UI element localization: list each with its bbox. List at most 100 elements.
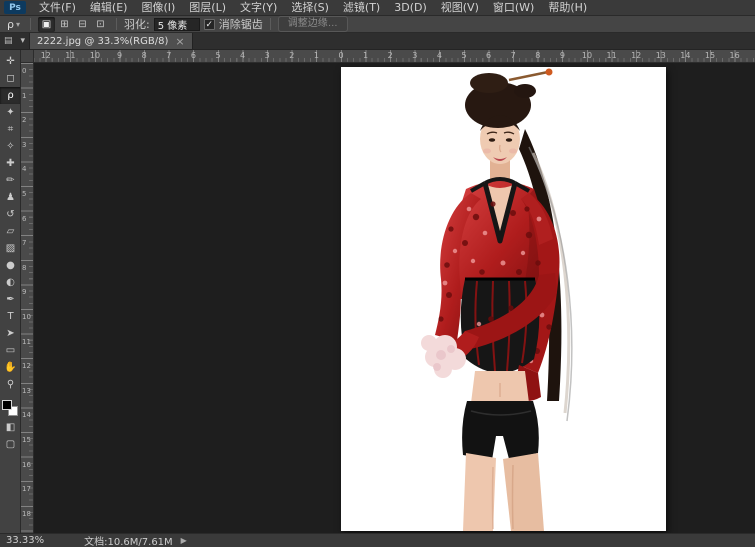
status-bar: 33.33% 文档:10.6M/7.61M ▶	[0, 533, 755, 547]
chevron-down-icon[interactable]: ▾	[17, 33, 30, 49]
tool-crop[interactable]: ⌗	[0, 121, 21, 138]
menu-layer[interactable]: 图层(L)	[182, 0, 233, 16]
menu-edit[interactable]: 编辑(E)	[83, 0, 135, 16]
menu-type[interactable]: 文字(Y)	[233, 0, 284, 16]
crop-icon: ⌗	[8, 121, 14, 138]
subtract-from-selection-icon[interactable]: ⊟	[74, 17, 91, 32]
ruler-number: 4	[240, 51, 245, 60]
ruler-number: 17	[22, 485, 31, 493]
lasso-icon: ρ	[7, 17, 14, 32]
tool-blur[interactable]: ●	[0, 257, 21, 274]
intersect-selection-icon[interactable]: ⊡	[92, 17, 109, 32]
grid-icon[interactable]: ▤	[0, 33, 17, 49]
tool-quick-mask[interactable]: ◧	[0, 419, 21, 436]
foreground-color-swatch[interactable]	[2, 400, 12, 410]
status-popup-arrow-icon[interactable]: ▶	[181, 536, 187, 545]
tool-eraser[interactable]: ▱	[0, 223, 21, 240]
ruler-number: 5	[215, 51, 220, 60]
new-selection-icon[interactable]: ▣	[38, 17, 55, 32]
canvas-area[interactable]	[34, 63, 755, 533]
horizontal-ruler[interactable]: 1312111098765432101234567891011121314151…	[21, 50, 755, 63]
tool-quick-selection[interactable]: ✦	[0, 104, 21, 121]
ruler-number: 1	[314, 51, 319, 60]
menu-select[interactable]: 选择(S)	[284, 0, 336, 16]
refine-edge-button[interactable]: 调整边缘…	[278, 16, 348, 32]
blur-icon: ●	[6, 257, 15, 274]
menu-3d[interactable]: 3D(D)	[387, 0, 434, 16]
tool-eyedropper[interactable]: ✧	[0, 138, 21, 155]
menu-file[interactable]: 文件(F)	[32, 0, 83, 16]
tool-zoom[interactable]: ⚲	[0, 376, 21, 393]
ruler-number: 15	[705, 51, 715, 60]
antialias-checkbox[interactable]: ✓	[204, 19, 215, 30]
screen-mode-icon: ▢	[6, 436, 15, 453]
ruler-number: 3	[412, 51, 417, 60]
ruler-number: 9	[560, 51, 565, 60]
quick-mask-icon: ◧	[6, 419, 15, 436]
ruler-number: 14	[680, 51, 690, 60]
tool-lasso[interactable]: ρ	[0, 87, 21, 104]
tool-brush[interactable]: ✏	[0, 172, 21, 189]
ruler-number: 3	[265, 51, 270, 60]
chevron-down-icon: ▾	[16, 20, 20, 29]
feather-input[interactable]	[154, 18, 200, 31]
document-tab[interactable]: 2222.jpg @ 33.3%(RGB/8) ×	[29, 33, 193, 49]
ruler-number: 10	[582, 51, 592, 60]
gradient-icon: ▨	[6, 240, 15, 257]
antialias-label: 消除锯齿	[219, 16, 263, 32]
ruler-number: 8	[535, 51, 540, 60]
menu-window[interactable]: 窗口(W)	[486, 0, 541, 16]
document-image[interactable]	[341, 67, 666, 531]
horizontal-type-icon: T	[7, 308, 13, 325]
tool-preset-picker[interactable]: ρ ▾	[4, 17, 23, 32]
ruler-number: 14	[22, 411, 31, 419]
tab-close-icon[interactable]: ×	[175, 36, 184, 47]
ruler-number: 1	[363, 51, 368, 60]
hand-icon: ✋	[4, 359, 16, 376]
menu-bar: Ps 文件(F)编辑(E)图像(I)图层(L)文字(Y)选择(S)滤镜(T)3D…	[0, 0, 755, 16]
tool-pen[interactable]: ✒	[0, 291, 21, 308]
add-to-selection-icon[interactable]: ⊞	[56, 17, 73, 32]
color-swatches[interactable]	[2, 400, 18, 416]
ruler-number: 2	[22, 116, 26, 124]
tool-screen-mode[interactable]: ▢	[0, 436, 21, 453]
menu-view[interactable]: 视图(V)	[434, 0, 486, 16]
zoom-level-field[interactable]: 33.33%	[6, 535, 44, 546]
ruler-number: 2	[289, 51, 294, 60]
ruler-number: 16	[730, 51, 740, 60]
tools-panel: ✛◻ρ✦⌗✧✚✏♟↺▱▨●◐✒T➤▭✋⚲ ◧▢	[0, 50, 21, 533]
clone-stamp-icon: ♟	[6, 189, 15, 206]
ruler-number: 18	[22, 510, 31, 518]
tool-dodge[interactable]: ◐	[0, 274, 21, 291]
ruler-number: 15	[22, 436, 31, 444]
tool-list: ✛◻ρ✦⌗✧✚✏♟↺▱▨●◐✒T➤▭✋⚲	[0, 50, 20, 393]
tool-path-selection[interactable]: ➤	[0, 325, 21, 342]
path-selection-icon: ➤	[6, 325, 14, 342]
rectangular-marquee-icon: ◻	[6, 70, 14, 87]
tool-move[interactable]: ✛	[0, 53, 21, 70]
ruler-number: 12	[631, 51, 641, 60]
menu-image[interactable]: 图像(I)	[134, 0, 182, 16]
photoshop-window: Ps 文件(F)编辑(E)图像(I)图层(L)文字(Y)选择(S)滤镜(T)3D…	[0, 0, 755, 547]
tool-gradient[interactable]: ▨	[0, 240, 21, 257]
pen-icon: ✒	[6, 291, 14, 308]
ruler-number: 6	[191, 51, 196, 60]
divider	[270, 18, 271, 30]
ruler-number: 5	[461, 51, 466, 60]
tool-spot-healing-brush[interactable]: ✚	[0, 155, 21, 172]
move-icon: ✛	[6, 53, 14, 70]
menu-filter[interactable]: 滤镜(T)	[336, 0, 387, 16]
tool-rectangular-marquee[interactable]: ◻	[0, 70, 21, 87]
tool-clone-stamp[interactable]: ♟	[0, 189, 21, 206]
tool-rectangle-shape[interactable]: ▭	[0, 342, 21, 359]
vertical-ruler[interactable]: 012345678910111213141516171819	[21, 63, 34, 533]
menu-help[interactable]: 帮助(H)	[541, 0, 594, 16]
ruler-number: 0	[22, 67, 26, 75]
tool-hand[interactable]: ✋	[0, 359, 21, 376]
tool-horizontal-type[interactable]: T	[0, 308, 21, 325]
divider	[30, 18, 31, 30]
ruler-number: 11	[22, 338, 31, 346]
ruler-number: 6	[486, 51, 491, 60]
tool-history-brush[interactable]: ↺	[0, 206, 21, 223]
tool-extras: ◧▢	[0, 419, 20, 453]
